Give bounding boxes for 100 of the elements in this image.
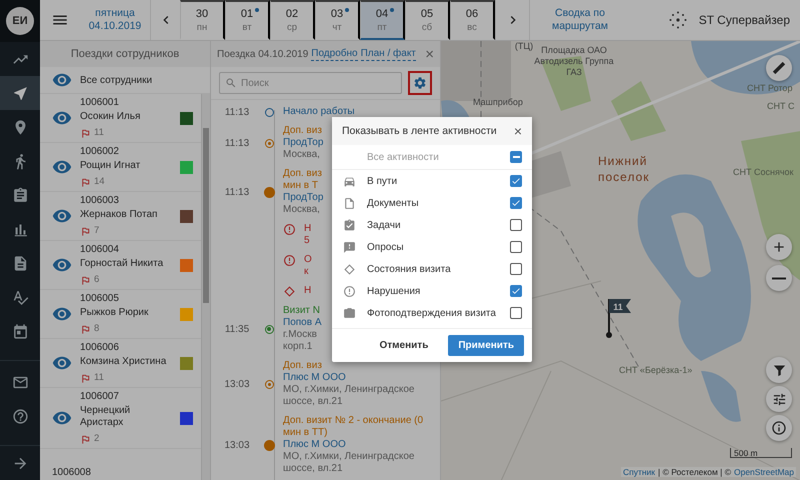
violation-text: Н: [304, 223, 312, 235]
weekday-label: пятница: [95, 7, 135, 20]
violation-text: О: [304, 254, 312, 266]
day-tab[interactable]: 30 пн: [180, 0, 225, 40]
user-name[interactable]: ST Супервайзер: [698, 13, 790, 27]
cancel-button[interactable]: Отменить: [369, 335, 438, 356]
day-tab[interactable]: 03 чт: [315, 0, 360, 40]
settings-button[interactable]: [408, 71, 432, 95]
attribution-link[interactable]: Спутник: [622, 467, 655, 477]
flag-count: 14: [94, 176, 105, 188]
search-icon: [225, 77, 237, 89]
flag-icon: [80, 226, 91, 236]
trip-title: Поездка 04.10.2019: [217, 48, 308, 60]
user-avatar[interactable]: ЕИ: [6, 7, 34, 35]
day-tab[interactable]: 06 вс: [450, 0, 495, 40]
event-title: Доп. виз: [283, 168, 322, 180]
day-tab[interactable]: 05 сб: [405, 0, 450, 40]
checkbox[interactable]: [510, 241, 522, 253]
color-swatch[interactable]: [180, 160, 193, 174]
color-swatch[interactable]: [180, 210, 193, 222]
map-label: СНТ С: [767, 101, 794, 112]
employee-id: 1006007: [80, 391, 120, 403]
employee-id: 1006005: [80, 293, 120, 305]
close-button[interactable]: ×: [512, 123, 524, 139]
color-swatch[interactable]: [180, 412, 193, 424]
clipboard-icon: [12, 186, 28, 204]
zoom-out-button[interactable]: [766, 265, 792, 291]
water-area: [701, 371, 741, 422]
sliders-icon: [772, 392, 786, 406]
all-employees-label[interactable]: Все сотрудники: [80, 74, 152, 86]
checkbox[interactable]: [510, 175, 522, 187]
color-swatch[interactable]: [180, 112, 193, 124]
company-link[interactable]: Плюс М ООО: [283, 439, 346, 451]
flag-icon: [80, 434, 91, 444]
employee-id: 1006002: [80, 146, 120, 158]
minus-icon: [772, 276, 786, 280]
flag-count: 11: [94, 127, 104, 139]
employee-name[interactable]: Осокин Илья: [80, 111, 172, 123]
help-icon: [12, 408, 28, 424]
company-link[interactable]: Попов А: [283, 317, 322, 329]
filter-icon: [772, 362, 786, 378]
flag-icon: [80, 372, 91, 384]
employee-name[interactable]: Чернецкий Аристарх: [80, 405, 172, 429]
nav-item[interactable]: [0, 76, 40, 110]
employee-name[interactable]: Горностай Никита: [80, 258, 172, 270]
employee-name[interactable]: Рощин Игнат: [80, 160, 172, 172]
filter-button[interactable]: [766, 357, 792, 383]
employee-id: 1006006: [80, 342, 120, 354]
ring-marker: [264, 380, 274, 388]
speech-bubble-icon: [343, 240, 356, 254]
option-label: Состояния визита: [367, 264, 452, 274]
scrollbar[interactable]: [201, 94, 210, 480]
color-swatch[interactable]: [180, 308, 193, 320]
filled-circle-marker: [264, 440, 274, 450]
event-title: Доп. визит № 2 - окончание (0 мин в ТТ): [283, 415, 424, 439]
map-label: СНТ «Берёзка-1»: [619, 365, 692, 376]
employee-name[interactable]: Рыжков Рюрик: [80, 307, 172, 319]
option-label: Задачи: [367, 220, 402, 230]
attribution-link[interactable]: OpenStreetMap: [734, 467, 794, 477]
park-area: [611, 81, 666, 141]
day-tab[interactable]: 04 пт: [360, 0, 405, 40]
color-swatch[interactable]: [180, 356, 193, 370]
day-tab[interactable]: 01 вт: [225, 0, 270, 40]
violation-text: Н: [304, 285, 312, 297]
map-label: Нижний поселок: [598, 153, 651, 185]
map-label: Машприбор: [472, 97, 524, 108]
clipboard-check-icon: [343, 218, 356, 232]
company-link[interactable]: ПродТор: [283, 137, 324, 149]
crosshair-icon[interactable]: [668, 11, 687, 29]
info-button[interactable]: [766, 415, 792, 441]
day-tab[interactable]: 02 ср: [270, 0, 315, 40]
address-text: МО, г.Химки, Ленинградское шоссе, вл.21: [283, 451, 416, 475]
address-text: МО, г.Химки, Ленинградское шоссе, вл.21: [283, 384, 416, 408]
color-swatch[interactable]: [180, 258, 193, 272]
company-link[interactable]: Плюс М ООО: [283, 372, 346, 384]
flag-icon: [80, 128, 91, 138]
company-link[interactable]: ПродТор: [283, 192, 324, 204]
document-icon: [343, 196, 356, 210]
checkbox[interactable]: [510, 219, 522, 231]
info-icon: [771, 420, 787, 436]
option-label: Нарушения: [367, 286, 422, 296]
option-label: Опросы: [367, 242, 405, 252]
checkbox[interactable]: [510, 151, 522, 163]
summary-link[interactable]: Сводка по маршрутам: [530, 7, 630, 33]
employee-name[interactable]: Комзина Христина: [80, 356, 172, 368]
checkbox[interactable]: [510, 197, 522, 209]
checkbox[interactable]: [510, 307, 522, 319]
filled-circle-marker: [264, 186, 274, 198]
checkbox[interactable]: [510, 263, 522, 275]
car-icon: [343, 174, 356, 188]
open-circle-marker: [264, 108, 274, 116]
event-title: Визит N: [283, 305, 320, 317]
event-title: Начало работы: [283, 106, 355, 118]
option-label: Все активности: [367, 152, 440, 162]
checkbox[interactable]: [510, 285, 522, 297]
flag-icon: [80, 324, 91, 334]
tune-button[interactable]: [766, 386, 792, 412]
map-label: СНТ Ротор: [747, 83, 792, 94]
apply-button[interactable]: Применить: [448, 335, 524, 356]
employee-name[interactable]: Жернаков Потап: [80, 209, 172, 221]
